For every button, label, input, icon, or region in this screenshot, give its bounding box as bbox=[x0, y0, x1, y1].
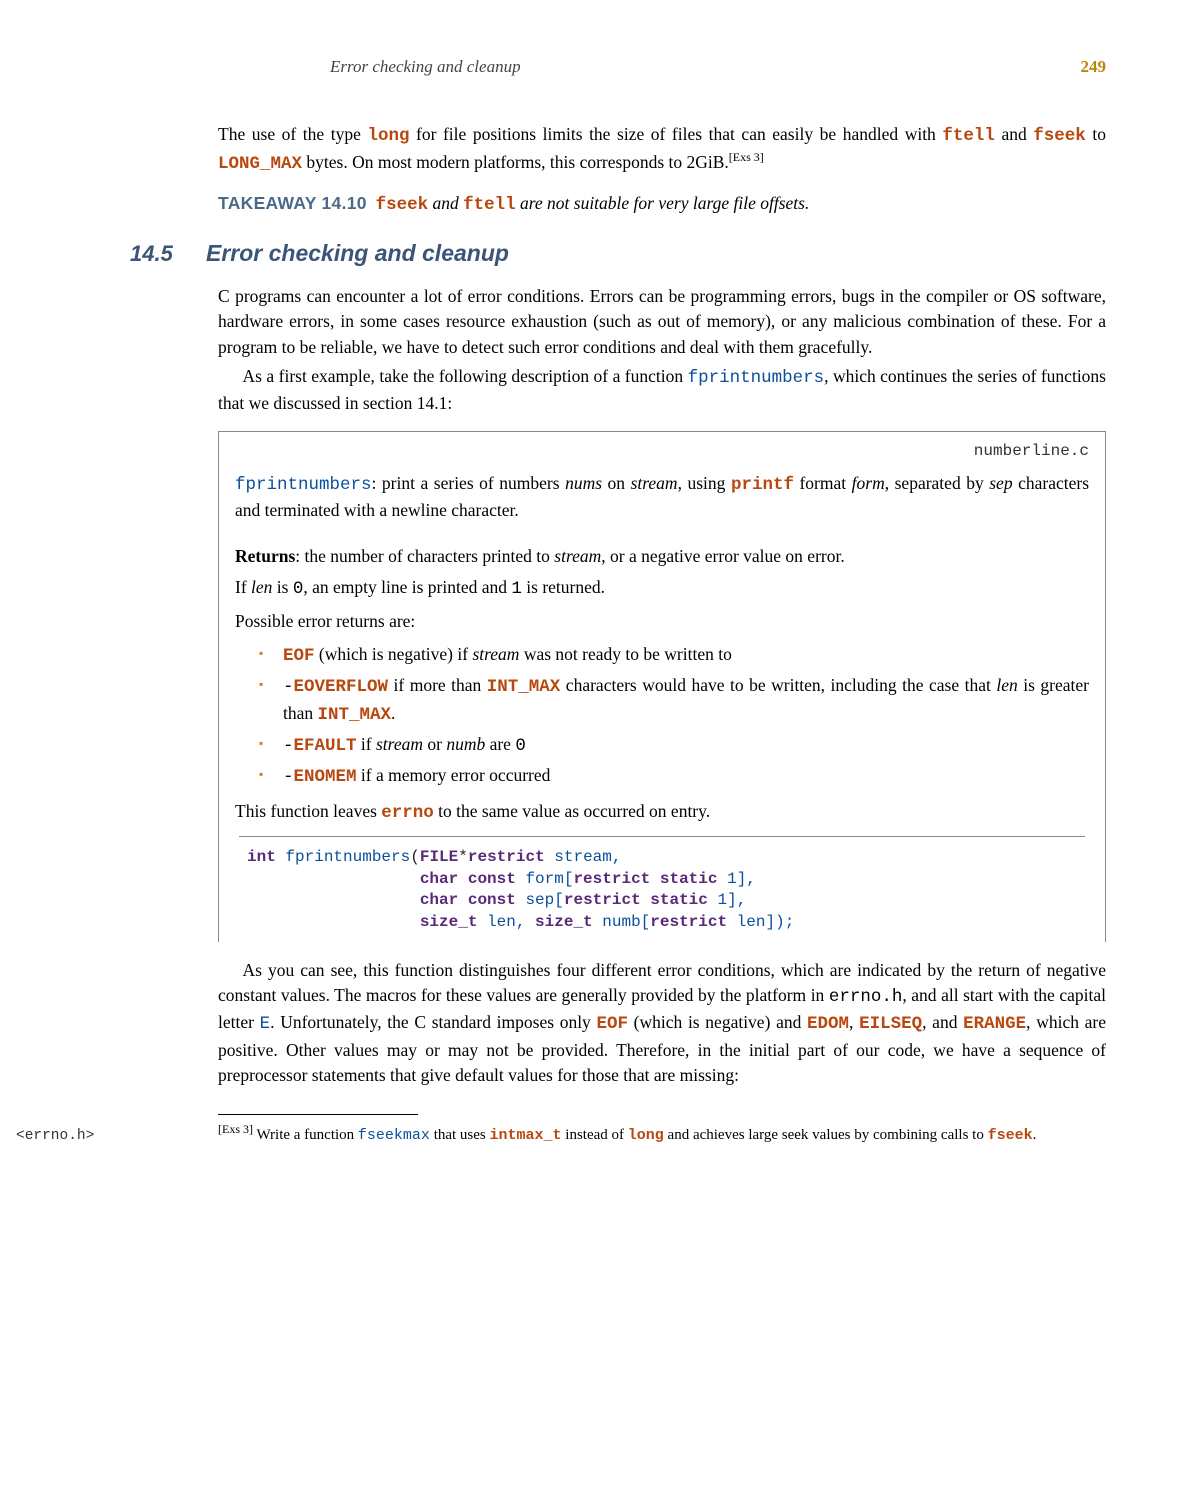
para-example: As a first example, take the following d… bbox=[218, 364, 1106, 417]
section-title: Error checking and cleanup bbox=[206, 240, 509, 266]
footnote-ref: [Exs 3] bbox=[729, 150, 764, 164]
list-item: EOF (which is negative) if stream was no… bbox=[283, 640, 1089, 671]
page: Error checking and cleanup 249 The use o… bbox=[0, 0, 1196, 1500]
section-heading: 14.5Error checking and cleanup bbox=[130, 237, 1106, 270]
box-desc: fprintnumbers: print a series of numbers… bbox=[235, 471, 1089, 524]
box-divider bbox=[239, 836, 1085, 837]
error-list: EOF (which is negative) if stream was no… bbox=[235, 640, 1089, 793]
kw-long: long bbox=[367, 126, 409, 146]
kw-longmax: LONG_MAX bbox=[218, 154, 302, 174]
margin-note-errno: <errno.h> bbox=[16, 1126, 94, 1147]
kw-fseek: fseek bbox=[1033, 126, 1086, 146]
takeaway: TAKEAWAY 14.10 fseek and ftell are not s… bbox=[218, 191, 1106, 218]
page-number: 249 bbox=[1081, 55, 1107, 80]
para-after-box: As you can see, this function distinguis… bbox=[218, 958, 1106, 1089]
box-filename: numberline.c bbox=[235, 440, 1089, 463]
footnote: [Exs 3] Write a function fseekmax that u… bbox=[218, 1121, 1106, 1147]
box-returns: Returns: the number of characters printe… bbox=[235, 544, 1089, 569]
header-title: Error checking and cleanup bbox=[330, 55, 521, 80]
code-prototype: int fprintnumbers(FILE*restrict stream, … bbox=[247, 847, 1089, 933]
list-item: -EOVERFLOW if more than INT_MAX characte… bbox=[283, 671, 1089, 730]
list-item: -EFAULT if stream or numb are 0 bbox=[283, 730, 1089, 761]
doc-box: numberline.c fprintnumbers: print a seri… bbox=[218, 431, 1106, 942]
page-header: Error checking and cleanup 249 bbox=[130, 55, 1106, 80]
list-item: -ENOMEM if a memory error occurred bbox=[283, 761, 1089, 792]
footnote-rule bbox=[218, 1114, 418, 1115]
kw-ftell: ftell bbox=[942, 126, 995, 146]
box-iflen: If len is 0, an empty line is printed an… bbox=[235, 575, 1089, 602]
para-intro: C programs can encounter a lot of error … bbox=[218, 284, 1106, 360]
takeaway-label: TAKEAWAY 14.10 bbox=[218, 193, 367, 213]
intro-paragraph: The use of the type long for file positi… bbox=[218, 122, 1106, 178]
section-number: 14.5 bbox=[130, 238, 206, 270]
box-leaves: This function leaves errno to the same v… bbox=[235, 799, 1089, 826]
box-possible: Possible error returns are: bbox=[235, 609, 1089, 634]
